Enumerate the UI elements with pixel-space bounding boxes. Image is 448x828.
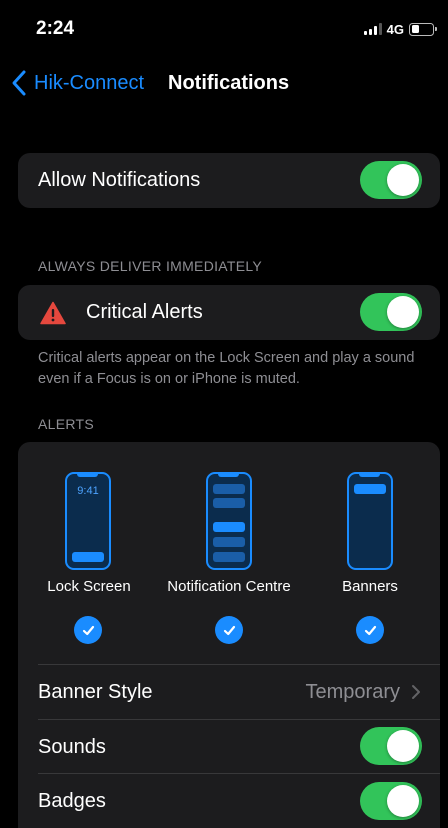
- back-button[interactable]: Hik-Connect: [8, 68, 144, 98]
- page-title: Notifications: [168, 72, 290, 94]
- banners-preview[interactable]: [347, 472, 393, 570]
- separator: [38, 773, 440, 774]
- allow-notifications-label: Allow Notifications: [38, 169, 201, 191]
- allow-notifications-toggle[interactable]: [360, 161, 422, 199]
- status-bar: 2:24 4G: [0, 0, 448, 56]
- allow-notifications-group: Allow Notifications: [18, 153, 440, 208]
- notification-centre-label: Notification Centre: [167, 578, 291, 595]
- critical-alerts-toggle[interactable]: [360, 293, 422, 331]
- lock-screen-check[interactable]: [74, 616, 102, 644]
- chevron-left-icon: [12, 70, 26, 96]
- chevron-right-icon: [412, 685, 420, 699]
- status-time: 2:24: [36, 18, 75, 39]
- critical-alerts-group: Critical Alerts: [18, 285, 440, 340]
- checkmark-icon: [82, 625, 94, 635]
- sounds-label: Sounds: [38, 736, 106, 758]
- banner-style-label: Banner Style: [38, 681, 153, 703]
- cellular-signal-icon: [363, 23, 382, 35]
- banners-label: Banners: [342, 578, 398, 595]
- checkmark-icon: [223, 625, 235, 635]
- alerts-header: ALERTS: [38, 416, 95, 432]
- sounds-toggle[interactable]: [360, 727, 422, 765]
- lock-screen-preview-time: 9:41: [77, 485, 99, 497]
- alerts-group: 9:41 Lock Screen Notification Centre Ban…: [18, 442, 440, 828]
- banner-style-row[interactable]: Banner Style Temporary: [18, 665, 440, 719]
- warning-triangle-icon: [40, 301, 66, 325]
- banner-style-value: Temporary: [305, 681, 400, 703]
- lock-screen-preview[interactable]: 9:41: [65, 472, 111, 570]
- notification-centre-preview[interactable]: [206, 472, 252, 570]
- navigation-bar: Hik-Connect Notifications: [0, 62, 448, 106]
- badges-label: Badges: [38, 790, 106, 812]
- lock-screen-label: Lock Screen: [47, 578, 131, 595]
- notification-centre-check[interactable]: [215, 616, 243, 644]
- banners-check[interactable]: [356, 616, 384, 644]
- critical-alerts-description: Critical alerts appear on the Lock Scree…: [38, 350, 415, 387]
- battery-icon: [409, 22, 437, 36]
- checkmark-icon: [364, 625, 376, 635]
- badges-toggle[interactable]: [360, 782, 422, 820]
- status-indicators: 4G: [363, 21, 437, 37]
- critical-alerts-label: Critical Alerts: [86, 301, 203, 323]
- network-type: 4G: [386, 21, 404, 37]
- back-label: Hik-Connect: [34, 71, 145, 94]
- always-deliver-header: ALWAYS DELIVER IMMEDIATELY: [38, 258, 263, 274]
- separator: [38, 719, 440, 720]
